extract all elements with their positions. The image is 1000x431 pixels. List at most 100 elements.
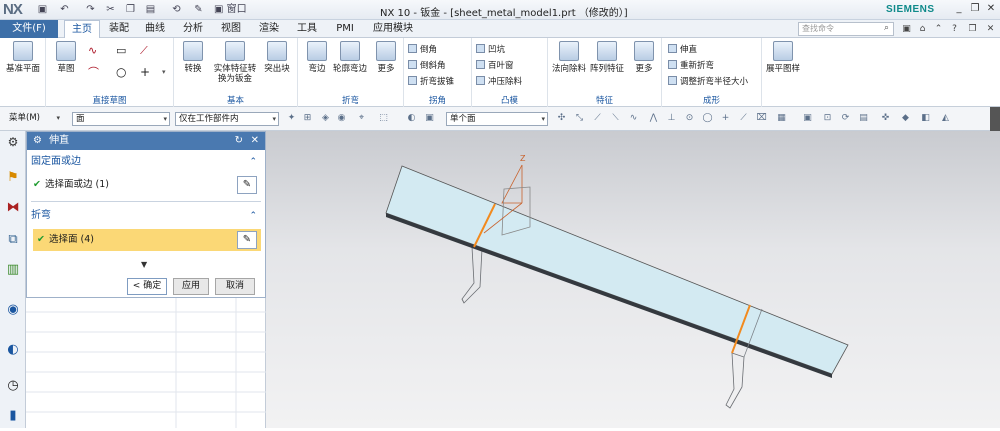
tab-pmi[interactable]: PMI (330, 20, 360, 38)
collapse-ribbon-icon[interactable]: ⌃ (932, 23, 945, 36)
fit-view-icon[interactable]: ▦ (776, 113, 787, 124)
scope-filter-select[interactable]: 仅在工作部件内 ▾ (175, 112, 279, 126)
show-hide-icon[interactable]: ◭ (940, 113, 951, 124)
lasso-icon[interactable]: ⌖ (356, 113, 367, 124)
select-face-or-edge-row[interactable]: ✔ 选择面或边 (1) ✎ (33, 174, 261, 196)
layer-settings-icon[interactable]: ▤ (858, 113, 869, 124)
restore-view-icon[interactable]: ❐ (966, 23, 979, 36)
menu-dropdown[interactable]: 菜单(M) ▾ (6, 112, 62, 126)
tab-applications[interactable]: 应用模块 (366, 20, 420, 38)
tab-render[interactable]: 渲染 (254, 20, 284, 38)
selection-priority-icon[interactable]: ◈ (320, 113, 331, 124)
arc-center-icon[interactable]: ⊥ (666, 113, 677, 124)
drawn-cutout-button[interactable]: 冲压除料 (476, 76, 522, 89)
face-picker-icon[interactable]: ✎ (237, 231, 257, 249)
search-icon[interactable]: ⌕ (884, 23, 889, 33)
intersection-icon[interactable]: ∿ (628, 113, 639, 124)
collapse-icon[interactable]: ⌃ (249, 154, 257, 170)
reuse-library-icon[interactable]: ▥ (4, 261, 22, 279)
louver-button[interactable]: 百叶窗 (476, 60, 514, 73)
ok-button[interactable]: < 确定 > (127, 278, 167, 306)
graphics-window[interactable]: Z (266, 131, 1000, 428)
apply-button[interactable]: 应用 (173, 278, 209, 295)
end-point-icon[interactable]: ⤡ (574, 113, 585, 124)
select-bend-face-row[interactable]: ✔ 选择面 (4) ✎ (33, 229, 261, 251)
info-icon[interactable]: ? (948, 23, 961, 36)
help-icon[interactable]: ⌂ (916, 23, 929, 36)
zoom-icon[interactable]: ⊡ (822, 113, 833, 124)
part-navigator-icon[interactable]: ⧉ (4, 231, 22, 249)
shaded-view-icon[interactable]: ◐ (406, 113, 417, 124)
tab-home[interactable]: 主页 (64, 20, 100, 38)
file-menu-button[interactable]: 文件(F) (0, 20, 58, 38)
orient-view-icon[interactable]: ▣ (802, 113, 813, 124)
cancel-button[interactable]: 取消 (215, 278, 255, 295)
select-filter-icon[interactable]: ✦ (286, 113, 297, 124)
solid-to-sheetmetal-button[interactable]: 实体特征转换为钣金 (212, 41, 258, 84)
section-fixed-face-header[interactable]: 固定面或边 ⌃ (31, 154, 261, 170)
redo-icon[interactable]: ↷ (84, 3, 97, 16)
sheet-metal-model[interactable]: Z (266, 131, 1000, 428)
flange-button[interactable]: 弯边 (302, 41, 332, 74)
feature-more-button[interactable]: 更多 (630, 41, 658, 74)
undo-icon[interactable]: ↶ (58, 3, 71, 16)
restore-icon[interactable]: ❐ (968, 2, 982, 16)
type-filter-select[interactable]: 面 ▾ (72, 112, 170, 126)
mid-point-icon[interactable]: ⟋ (592, 113, 603, 124)
select-intent-icon[interactable]: ◉ (336, 113, 347, 124)
section-bend-header[interactable]: 折弯 ⌃ (31, 208, 261, 224)
rectangle-select-icon[interactable]: ⬚ (378, 113, 389, 124)
point-icon[interactable]: + (140, 66, 150, 79)
save-icon[interactable]: ▣ (36, 3, 49, 16)
arc-icon[interactable]: ⌒ (88, 66, 99, 79)
face-picker-icon[interactable]: ✎ (237, 176, 257, 194)
roles-icon[interactable]: ▮ (4, 407, 22, 425)
edit-section-icon[interactable]: ◧ (920, 113, 931, 124)
tab-analysis[interactable]: 分析 (178, 20, 208, 38)
repeat-command-icon[interactable]: ⟲ (170, 3, 183, 16)
sketch-more-dropdown[interactable]: ▾ (162, 68, 166, 76)
rectangle-icon[interactable]: ▭ (116, 44, 126, 57)
assembly-navigator-icon[interactable]: ⚑ (4, 169, 22, 187)
quadrant-icon[interactable]: ⊙ (684, 113, 695, 124)
bounded-grid-icon[interactable]: ⌧ (756, 113, 767, 124)
flat-pattern-button[interactable]: 展平图样 (764, 41, 802, 74)
more-options-arrow-icon[interactable]: ▼ (141, 260, 147, 269)
sheet-top-face[interactable] (385, 165, 849, 375)
touch-mode-icon[interactable]: ✎ (192, 3, 205, 16)
reset-icon[interactable]: ↻ (235, 132, 243, 150)
render-style-icon[interactable]: ◆ (900, 113, 911, 124)
constraint-navigator-icon[interactable]: ⧓ (4, 199, 22, 217)
window-menu-button[interactable]: ▣ 窗口 (214, 3, 254, 16)
point-on-surface-icon[interactable]: ⟋ (738, 113, 749, 124)
tab-tools[interactable]: 工具 (292, 20, 322, 38)
line-icon[interactable]: ⟋ (140, 44, 148, 57)
corner-chamfer-button[interactable]: 倒角 (408, 44, 437, 57)
copy-icon[interactable]: ❐ (124, 3, 137, 16)
snap-icon[interactable]: ✣ (556, 113, 567, 124)
rotate-icon[interactable]: ⟳ (840, 113, 851, 124)
settings-icon[interactable]: ⚙ (4, 133, 22, 151)
tab-feature-button[interactable]: 突出块 (260, 41, 294, 74)
ribbon-options-icon[interactable]: ▣ (900, 23, 913, 36)
sketch-button[interactable]: 草图 (52, 41, 80, 74)
normal-cutout-button[interactable]: 法向除料 (550, 41, 588, 74)
existing-point-icon[interactable]: ◯ (702, 113, 713, 124)
paste-icon[interactable]: ▤ (144, 3, 157, 16)
close-icon[interactable]: ✕ (984, 2, 998, 16)
clock-icon[interactable]: ◷ (4, 377, 22, 395)
wcs-icon[interactable]: ✜ (880, 113, 891, 124)
tab-assembly[interactable]: 装配 (104, 20, 134, 38)
select-all-icon[interactable]: ⊞ (302, 113, 313, 124)
point-on-curve-icon[interactable]: + (720, 113, 731, 124)
bend-taper-button[interactable]: 折弯拔锥 (408, 76, 454, 89)
control-point-icon[interactable]: ⟍ (610, 113, 621, 124)
datum-plane-button[interactable]: 基准平面 (4, 41, 42, 74)
close-part-icon[interactable]: ✕ (984, 23, 997, 36)
convert-button[interactable]: 转换 (178, 41, 208, 74)
web-browser-icon[interactable]: ◉ (4, 301, 22, 319)
minimize-icon[interactable]: _ (952, 2, 966, 16)
gear-icon[interactable]: ⚙ (33, 135, 42, 146)
tab-curve[interactable]: 曲线 (140, 20, 170, 38)
resize-bend-radius-button[interactable]: 调整折弯半径大小 (668, 76, 748, 89)
